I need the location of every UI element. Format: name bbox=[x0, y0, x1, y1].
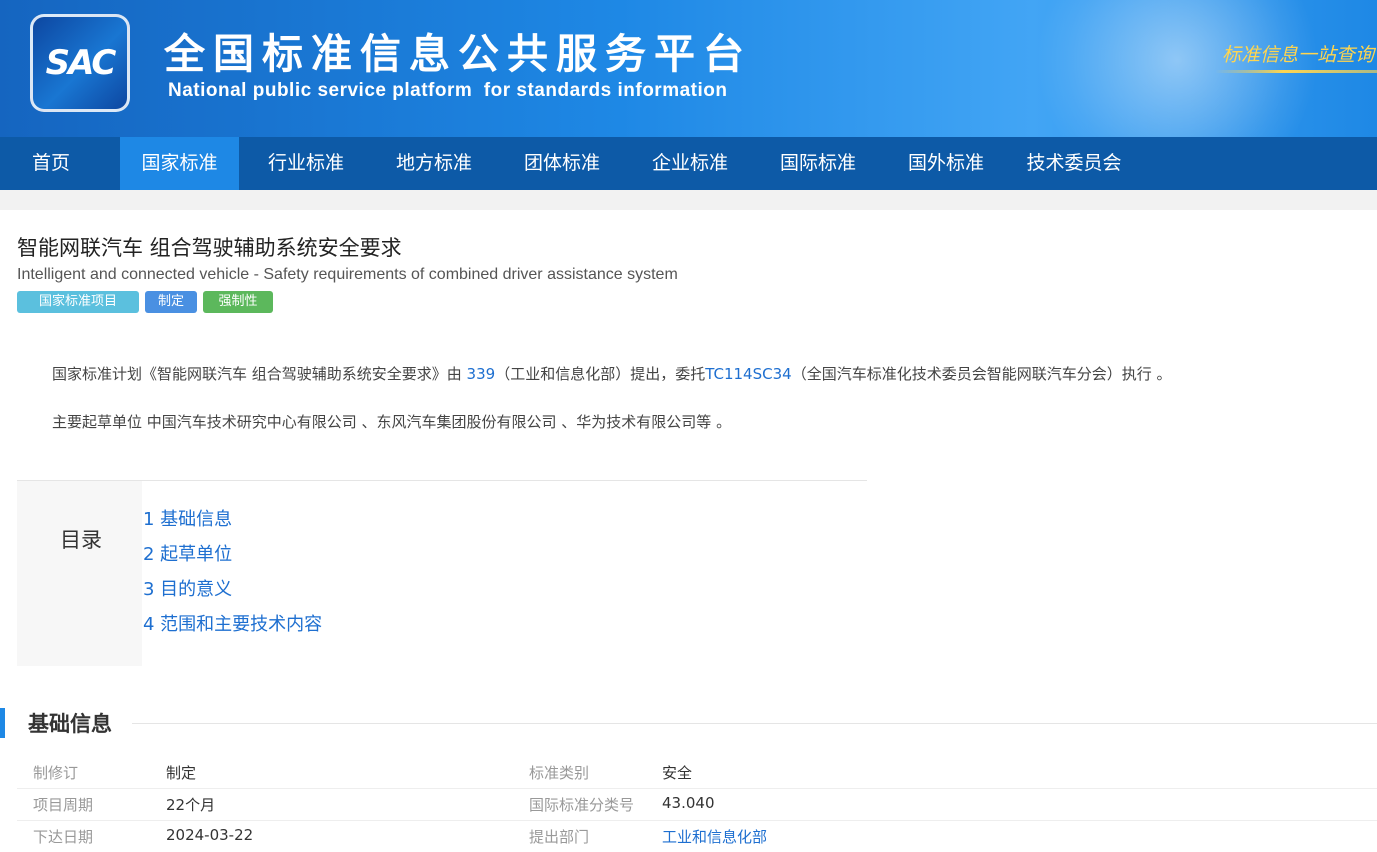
main-nav: 首页 国家标准 行业标准 地方标准 团体标准 企业标准 国际标准 国外标准 技术… bbox=[0, 137, 1377, 190]
tag-national-project: 国家标准项目 bbox=[17, 291, 139, 313]
nav-item-international[interactable]: 国际标准 bbox=[760, 137, 876, 190]
info-row: 制修订 制定 标准类别 安全 bbox=[17, 756, 1377, 789]
slogan-underline bbox=[1215, 70, 1377, 73]
nav-item-home[interactable]: 首页 bbox=[0, 137, 102, 190]
nav-item-group[interactable]: 团体标准 bbox=[504, 137, 620, 190]
info-label: 制修订 bbox=[33, 764, 79, 782]
info-value: 22个月 bbox=[166, 796, 216, 814]
desc-text-c: （全国汽车标准化技术委员会智能网联汽车分会）执行 。 bbox=[791, 365, 1172, 383]
logo-text: SAC bbox=[45, 43, 117, 83]
nav-item-national[interactable]: 国家标准 bbox=[120, 137, 239, 190]
nav-item-enterprise[interactable]: 企业标准 bbox=[632, 137, 748, 190]
table-of-contents: 目录 1 基础信息 2 起草单位 3 目的意义 4 范围和主要技术内容 bbox=[17, 480, 867, 666]
info-label: 国际标准分类号 bbox=[529, 796, 635, 814]
tag-mandatory: 强制性 bbox=[203, 291, 273, 313]
plan-description: 国家标准计划《智能网联汽车 组合驾驶辅助系统安全要求》由 339（工业和信息化部… bbox=[52, 363, 1171, 384]
toc-label: 目录 bbox=[60, 528, 102, 552]
info-label: 下达日期 bbox=[33, 828, 94, 846]
separator-band bbox=[0, 190, 1377, 210]
standard-title: 智能网联汽车 组合驾驶辅助系统安全要求 bbox=[17, 236, 402, 260]
drafting-units-description: 主要起草单位 中国汽车技术研究中心有限公司 、东风汽车集团股份有限公司 、华为技… bbox=[52, 413, 732, 431]
tag-formulate: 制定 bbox=[145, 291, 197, 313]
sac-logo[interactable]: SAC bbox=[30, 14, 130, 112]
nav-item-industry[interactable]: 行业标准 bbox=[248, 137, 364, 190]
info-row: 项目周期 22个月 国际标准分类号 43.040 bbox=[17, 788, 1377, 821]
info-value: 2024-03-22 bbox=[166, 826, 254, 844]
site-subtitle: National public service platform for sta… bbox=[168, 80, 728, 101]
info-label: 提出部门 bbox=[529, 828, 590, 846]
toc-item-scope[interactable]: 4 范围和主要技术内容 bbox=[143, 610, 322, 636]
nav-item-foreign[interactable]: 国外标准 bbox=[888, 137, 1004, 190]
section-accent-bar bbox=[0, 708, 5, 738]
section-divider bbox=[132, 723, 1377, 724]
header-banner: SAC 全国标准信息公共服务平台 National public service… bbox=[0, 0, 1377, 137]
toc-item-purpose[interactable]: 3 目的意义 bbox=[143, 575, 232, 601]
desc-text-a: 国家标准计划《智能网联汽车 组合驾驶辅助系统安全要求》由 bbox=[52, 365, 467, 383]
nav-item-local[interactable]: 地方标准 bbox=[376, 137, 492, 190]
info-value: 安全 bbox=[662, 764, 693, 782]
info-row: 下达日期 2024-03-22 提出部门 工业和信息化部 bbox=[17, 820, 1377, 852]
site-title: 全国标准信息公共服务平台 bbox=[164, 30, 752, 78]
toc-item-basic-info[interactable]: 1 基础信息 bbox=[143, 505, 232, 531]
info-value: 制定 bbox=[166, 764, 197, 782]
info-value: 43.040 bbox=[662, 794, 715, 812]
nav-item-committee[interactable]: 技术委员会 bbox=[1010, 137, 1138, 190]
info-label: 项目周期 bbox=[33, 796, 94, 814]
proposer-link[interactable]: 339 bbox=[467, 365, 496, 383]
banner-glow-decoration bbox=[1017, 0, 1337, 137]
standard-title-en: Intelligent and connected vehicle - Safe… bbox=[17, 266, 678, 283]
info-value-link[interactable]: 工业和信息化部 bbox=[662, 826, 767, 847]
info-label: 标准类别 bbox=[529, 764, 590, 782]
section-title-basic-info: 基础信息 bbox=[28, 712, 112, 736]
toc-item-drafting-units[interactable]: 2 起草单位 bbox=[143, 540, 232, 566]
slogan: 标准信息一站查询 bbox=[1222, 44, 1375, 66]
desc-text-b: （工业和信息化部）提出，委托 bbox=[495, 365, 706, 383]
committee-link[interactable]: TC114SC34 bbox=[705, 365, 791, 383]
